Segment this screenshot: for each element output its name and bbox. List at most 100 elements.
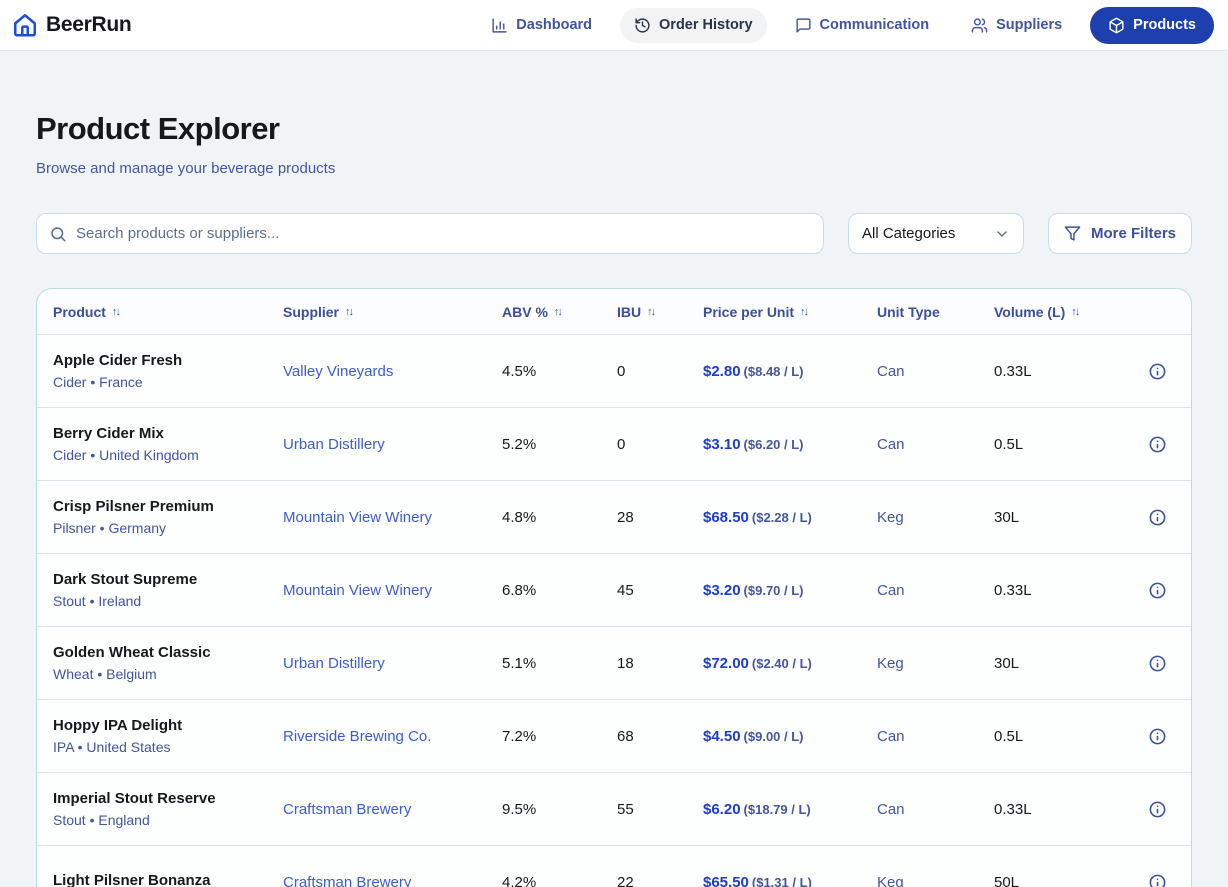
- table-row[interactable]: Berry Cider Mix Cider • United Kingdom U…: [37, 408, 1191, 481]
- supplier-cell: Riverside Brewing Co.: [283, 728, 502, 745]
- info-cell: [1120, 433, 1175, 456]
- info-button[interactable]: [1146, 725, 1169, 748]
- info-button[interactable]: [1146, 871, 1169, 887]
- product-cell: Berry Cider Mix Cider • United Kingdom: [53, 425, 283, 463]
- supplier-cell: Craftsman Brewery: [283, 874, 502, 887]
- nav-products[interactable]: Products: [1090, 6, 1214, 44]
- supplier-cell: Craftsman Brewery: [283, 801, 502, 818]
- product-cell: Dark Stout Supreme Stout • Ireland: [53, 571, 283, 609]
- info-cell: [1120, 871, 1175, 887]
- price-cell: $4.50 ($9.00 / L): [703, 728, 877, 745]
- info-button[interactable]: [1146, 579, 1169, 602]
- nav-order-history[interactable]: Order History: [620, 7, 767, 43]
- search-input[interactable]: [76, 225, 811, 242]
- products-table: Product ↑↓ Supplier ↑↓ ABV % ↑↓ IBU ↑↓ Price per…: [36, 288, 1192, 887]
- table-row[interactable]: Imperial Stout Reserve Stout • England C…: [37, 773, 1191, 846]
- info-button[interactable]: [1146, 652, 1169, 675]
- column-header-price-per-unit[interactable]: Price per Unit ↑↓: [703, 304, 877, 320]
- sort-icon: ↑↓: [1071, 305, 1080, 318]
- supplier-link[interactable]: Craftsman Brewery: [283, 801, 411, 818]
- supplier-link[interactable]: Urban Distillery: [283, 655, 385, 672]
- supplier-cell: Mountain View Winery: [283, 509, 502, 526]
- price-cell: $6.20 ($18.79 / L): [703, 801, 877, 818]
- product-category-country: Stout • Ireland: [53, 593, 142, 609]
- abv-value: 7.2%: [502, 727, 537, 745]
- info-button[interactable]: [1146, 360, 1169, 383]
- sort-icon: ↑↓: [647, 305, 656, 318]
- column-header-unit-type: Unit Type: [877, 303, 940, 320]
- page-subtitle: Browse and manage your beverage products: [36, 160, 336, 177]
- product-name: Berry Cider Mix: [53, 425, 164, 442]
- column-header-volume-l[interactable]: Volume (L) ↑↓: [994, 304, 1120, 320]
- info-cell: [1120, 579, 1175, 602]
- ibu-value: 0: [617, 362, 626, 380]
- ibu-value: 18: [617, 654, 634, 672]
- product-category-country: Cider • United Kingdom: [53, 447, 199, 463]
- table-row[interactable]: Golden Wheat Classic Wheat • Belgium Urb…: [37, 627, 1191, 700]
- info-cell: [1120, 360, 1175, 383]
- sort-icon: ↑↓: [800, 305, 809, 318]
- price-cell: $65.50 ($1.31 / L): [703, 874, 877, 887]
- table-row[interactable]: Crisp Pilsner Premium Pilsner • Germany …: [37, 481, 1191, 554]
- ibu-value: 68: [617, 727, 634, 745]
- nav-suppliers[interactable]: Suppliers: [957, 8, 1076, 43]
- column-header-ibu[interactable]: IBU ↑↓: [617, 304, 703, 320]
- unit-type-value: Can: [877, 435, 905, 453]
- table-row[interactable]: Light Pilsner Bonanza Craftsman Brewery …: [37, 846, 1191, 887]
- supplier-link[interactable]: Craftsman Brewery: [283, 874, 411, 887]
- product-cell: Apple Cider Fresh Cider • France: [53, 352, 283, 390]
- table-header-row: Product ↑↓ Supplier ↑↓ ABV % ↑↓ IBU ↑↓ Price per…: [37, 289, 1191, 335]
- price-cell: $72.00 ($2.40 / L): [703, 655, 877, 672]
- category-select[interactable]: All Categories: [848, 213, 1024, 254]
- brand[interactable]: BeerRun: [8, 12, 132, 38]
- price-per-liter: ($9.70 / L): [743, 582, 804, 598]
- price-value: $65.50: [703, 874, 749, 887]
- table-body: Apple Cider Fresh Cider • France Valley …: [37, 335, 1191, 887]
- volume-value: 0.33L: [994, 362, 1032, 380]
- price-value: $3.10: [703, 435, 741, 453]
- supplier-link[interactable]: Mountain View Winery: [283, 509, 432, 526]
- column-header-abv[interactable]: ABV % ↑↓: [502, 304, 617, 320]
- product-cell: Light Pilsner Bonanza: [53, 872, 283, 887]
- column-header-supplier[interactable]: Supplier ↑↓: [283, 304, 502, 320]
- product-cell: Golden Wheat Classic Wheat • Belgium: [53, 644, 283, 682]
- sort-icon: ↑↓: [111, 305, 121, 318]
- table-row[interactable]: Apple Cider Fresh Cider • France Valley …: [37, 335, 1191, 408]
- price-cell: $3.10 ($6.20 / L): [703, 436, 877, 453]
- chat-bubble-icon: [795, 17, 812, 34]
- product-category-country: Wheat • Belgium: [53, 666, 157, 682]
- supplier-link[interactable]: Valley Vineyards: [283, 363, 393, 380]
- chevron-down-icon: [994, 226, 1010, 242]
- ibu-value: 45: [617, 581, 634, 599]
- supplier-link[interactable]: Urban Distillery: [283, 436, 385, 453]
- info-cell: [1120, 798, 1175, 821]
- price-value: $6.20: [703, 800, 741, 818]
- price-value: $4.50: [703, 727, 741, 745]
- ibu-value: 22: [617, 874, 634, 887]
- supplier-link[interactable]: Mountain View Winery: [283, 582, 432, 599]
- abv-value: 5.2%: [502, 435, 537, 453]
- info-button[interactable]: [1146, 433, 1169, 456]
- table-row[interactable]: Dark Stout Supreme Stout • Ireland Mount…: [37, 554, 1191, 627]
- supplier-link[interactable]: Riverside Brewing Co.: [283, 728, 431, 745]
- nav-dashboard[interactable]: Dashboard: [477, 8, 606, 43]
- info-button[interactable]: [1146, 798, 1169, 821]
- column-header-product[interactable]: Product ↑↓: [53, 304, 283, 320]
- top-navigation-bar: BeerRun Dashboard Order History Communic…: [0, 0, 1228, 51]
- unit-type-value: Can: [877, 362, 905, 380]
- info-button[interactable]: [1146, 506, 1169, 529]
- product-category-country: Stout • England: [53, 812, 150, 828]
- abv-value: 4.2%: [502, 874, 537, 887]
- product-name: Hoppy IPA Delight: [53, 717, 183, 734]
- users-icon: [971, 17, 988, 34]
- unit-type-value: Can: [877, 727, 905, 745]
- product-cell: Crisp Pilsner Premium Pilsner • Germany: [53, 498, 283, 536]
- search-icon: [49, 225, 67, 243]
- supplier-cell: Mountain View Winery: [283, 582, 502, 599]
- nav-communication[interactable]: Communication: [781, 8, 944, 43]
- more-filters-button[interactable]: More Filters: [1048, 213, 1192, 254]
- price-cell: $68.50 ($2.28 / L): [703, 509, 877, 526]
- main-content: Product Explorer Browse and manage your …: [0, 51, 1228, 887]
- unit-type-value: Can: [877, 581, 905, 599]
- table-row[interactable]: Hoppy IPA Delight IPA • United States Ri…: [37, 700, 1191, 773]
